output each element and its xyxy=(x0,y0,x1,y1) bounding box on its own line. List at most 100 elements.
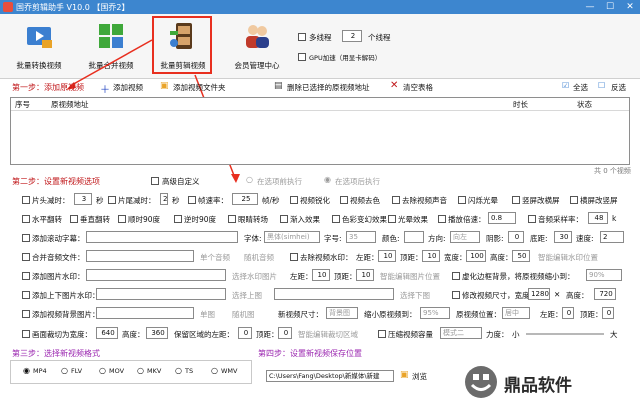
mirror-checkbox[interactable] xyxy=(228,215,236,223)
landscape-checkbox[interactable] xyxy=(512,196,520,204)
img-left-input[interactable]: 10 xyxy=(312,269,330,281)
new-size-select[interactable]: 背景图 xyxy=(326,307,358,319)
color-picker[interactable] xyxy=(404,231,424,243)
cut-tail-input[interactable]: 2 xyxy=(160,193,168,205)
invert-button[interactable]: 反选 xyxy=(611,82,626,93)
single-bg-button[interactable]: 单图 xyxy=(200,309,215,320)
size-select[interactable]: 35 xyxy=(346,231,376,243)
resize-height-input[interactable]: 720 xyxy=(594,288,616,300)
crop-width-input[interactable]: 640 xyxy=(96,327,118,339)
sample-checkbox[interactable] xyxy=(528,215,536,223)
keep-top-input[interactable]: 0 xyxy=(278,327,292,339)
delete-selected-button[interactable]: 删除已选择的原视频地址 xyxy=(287,82,370,93)
compress-checkbox[interactable] xyxy=(378,330,386,338)
bg-top-input[interactable]: 0 xyxy=(602,307,614,319)
pos-select[interactable]: 居中 xyxy=(502,307,530,319)
fps-checkbox[interactable] xyxy=(188,196,196,204)
batch-merge-tool[interactable]: 批量合并视频 xyxy=(78,16,144,76)
bottom-img-input[interactable] xyxy=(274,288,394,300)
format-radio-ts[interactable]: ○ xyxy=(175,366,182,375)
keep-left-input[interactable]: 0 xyxy=(238,327,252,339)
vflip-checkbox[interactable] xyxy=(70,215,78,223)
bottom-input[interactable]: 30 xyxy=(554,231,572,243)
add-folder-button[interactable]: 添加视频文件夹 xyxy=(173,82,226,93)
member-center-tool[interactable]: 会员管理中心 xyxy=(224,16,290,76)
img-wm-path-input[interactable] xyxy=(86,269,226,281)
sample-input[interactable]: 48 xyxy=(588,212,608,224)
browse-button[interactable]: 浏览 xyxy=(412,371,427,382)
font-select[interactable]: 黑体(simhei) xyxy=(264,231,320,243)
scroll-speed-select[interactable]: 2 xyxy=(600,231,624,243)
blur-checkbox[interactable] xyxy=(452,272,460,280)
wm-top-input[interactable]: 10 xyxy=(422,250,440,262)
after-radio[interactable]: ◉ xyxy=(324,175,331,184)
format-radio-flv[interactable]: ○ xyxy=(61,366,68,375)
format-radio-wmv[interactable]: ○ xyxy=(211,366,218,375)
smart-crop-button[interactable]: 智能编辑裁切区域 xyxy=(298,329,358,340)
choose-wm-button[interactable]: 选择水印图片 xyxy=(232,271,277,282)
light-checkbox[interactable] xyxy=(388,215,396,223)
resize-checkbox[interactable] xyxy=(452,291,460,299)
bg-path-input[interactable] xyxy=(96,307,194,319)
random-bg-button[interactable]: 随机图 xyxy=(232,309,255,320)
bg-left-input[interactable]: 0 xyxy=(562,307,574,319)
gpu-checkbox[interactable] xyxy=(298,53,306,61)
dir-select[interactable]: 向左 xyxy=(450,231,480,243)
img-wm-checkbox[interactable] xyxy=(22,272,30,280)
cut-head-checkbox[interactable] xyxy=(22,196,30,204)
color-shift-checkbox[interactable] xyxy=(332,215,340,223)
fadein-checkbox[interactable] xyxy=(280,215,288,223)
topbottom-checkbox[interactable] xyxy=(22,291,30,299)
multithread-checkbox[interactable] xyxy=(298,33,306,41)
thread-count-input[interactable]: 2 xyxy=(342,30,362,42)
compress-mode-select[interactable]: 模式二 xyxy=(440,327,482,339)
smart-wm-button[interactable]: 智能编辑水印位置 xyxy=(538,252,598,263)
close-button[interactable]: ✕ xyxy=(620,0,640,14)
minimize-button[interactable]: — xyxy=(580,0,600,14)
cut-head-input[interactable]: 3 xyxy=(74,193,92,205)
merge-audio-checkbox[interactable] xyxy=(22,253,30,261)
wm-height-input[interactable]: 50 xyxy=(512,250,530,262)
cw90-checkbox[interactable] xyxy=(118,215,126,223)
choose-top-button[interactable]: 选择上图 xyxy=(232,290,262,301)
shadow-input[interactable]: 0 xyxy=(508,231,524,243)
save-path-input[interactable]: C:\Users\Fang\Desktop\新媒体\新建 xyxy=(266,370,394,382)
flash-checkbox[interactable] xyxy=(458,196,466,204)
random-audio-button[interactable]: 随机音频 xyxy=(244,252,274,263)
portrait-checkbox[interactable] xyxy=(570,196,578,204)
crop-height-input[interactable]: 360 xyxy=(146,327,168,339)
speed-checkbox[interactable] xyxy=(438,215,446,223)
before-radio[interactable]: ○ xyxy=(246,175,253,184)
wm-width-input[interactable]: 100 xyxy=(466,250,486,262)
add-video-button[interactable]: 添加视频 xyxy=(113,82,143,93)
sharpen-checkbox[interactable] xyxy=(290,196,298,204)
crop-checkbox[interactable] xyxy=(22,330,30,338)
ccw90-checkbox[interactable] xyxy=(174,215,182,223)
advanced-checkbox[interactable] xyxy=(151,177,159,185)
resize-width-input[interactable]: 1280 xyxy=(528,288,550,300)
remove-wm-checkbox[interactable] xyxy=(290,253,298,261)
clear-table-button[interactable]: 清空表格 xyxy=(403,82,433,93)
blur-select[interactable]: 90% xyxy=(586,269,622,281)
shrink-select[interactable]: 95% xyxy=(420,307,450,319)
batch-convert-tool[interactable]: 批量转换视频 xyxy=(6,16,72,76)
select-all-button[interactable]: 全选 xyxy=(573,82,588,93)
choose-bottom-button[interactable]: 选择下图 xyxy=(400,290,430,301)
speed-select[interactable]: 0.8 xyxy=(488,212,516,224)
format-radio-mov[interactable]: ○ xyxy=(99,366,106,375)
bg-checkbox[interactable] xyxy=(22,310,30,318)
hflip-checkbox[interactable] xyxy=(22,215,30,223)
cut-tail-checkbox[interactable] xyxy=(108,196,116,204)
wm-left-input[interactable]: 10 xyxy=(378,250,396,262)
strength-slider[interactable] xyxy=(526,333,604,335)
scroll-checkbox[interactable] xyxy=(22,234,30,242)
fps-input[interactable]: 25 xyxy=(232,193,258,205)
decolor-checkbox[interactable] xyxy=(340,196,348,204)
img-top-input[interactable]: 10 xyxy=(356,269,374,281)
single-audio-button[interactable]: 单个音频 xyxy=(200,252,230,263)
video-table[interactable]: 序号 原视频地址 时长 状态 xyxy=(10,97,630,165)
top-img-input[interactable] xyxy=(96,288,226,300)
format-radio-mkv[interactable]: ○ xyxy=(137,366,144,375)
maximize-button[interactable]: ☐ xyxy=(600,0,620,14)
remove-audio-checkbox[interactable] xyxy=(392,196,400,204)
